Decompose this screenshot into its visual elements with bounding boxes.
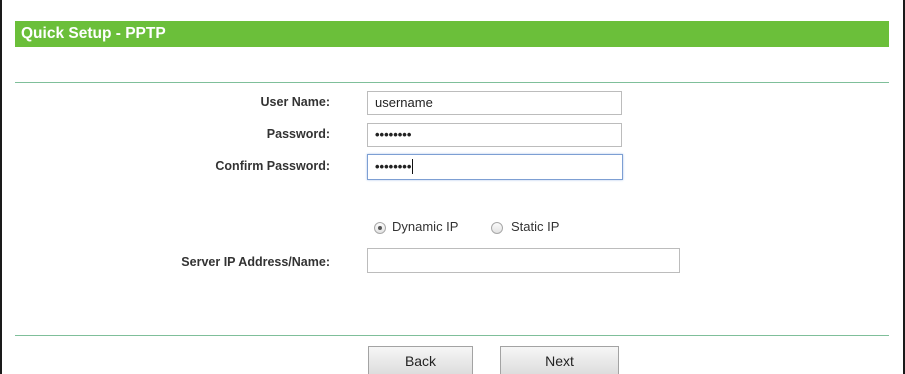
top-divider [15,82,889,83]
username-input[interactable]: username [367,91,622,115]
text-caret [412,159,414,174]
left-border [0,0,2,374]
static-ip-radio[interactable] [491,222,503,234]
dynamic-ip-label[interactable]: Dynamic IP [392,219,458,234]
password-label: Password: [266,127,330,141]
password-input[interactable]: •••••••• [367,123,622,147]
quick-setup-panel: Quick Setup - PPTP User Name: username P… [0,0,905,374]
confirm-password-label: Confirm Password: [215,159,330,173]
bottom-divider [15,335,889,336]
page-title: Quick Setup - PPTP [15,21,889,47]
confirm-password-input[interactable]: •••••••• [367,154,623,180]
back-button[interactable]: Back [368,346,473,374]
dynamic-ip-radio[interactable] [374,222,386,234]
confirm-password-masked-value: •••••••• [375,159,412,174]
password-masked-value: •••••••• [375,127,412,142]
server-ip-label: Server IP Address/Name: [181,255,330,269]
next-button[interactable]: Next [500,346,619,374]
username-label: User Name: [260,95,330,109]
username-value: username [375,95,433,110]
server-ip-input[interactable] [367,248,680,273]
static-ip-label[interactable]: Static IP [511,219,559,234]
